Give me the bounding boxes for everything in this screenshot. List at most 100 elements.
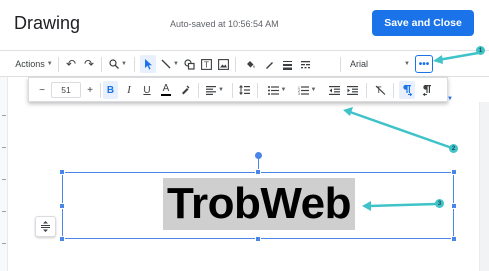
- ruler-tick: [2, 147, 6, 148]
- image-icon: [217, 58, 229, 70]
- page-title: Drawing: [14, 13, 81, 33]
- resize-handle-bottom[interactable]: [255, 236, 261, 242]
- chevron-down-icon: ▼: [280, 87, 287, 93]
- resize-handle-top-right[interactable]: [451, 169, 457, 175]
- chevron-down-icon: ▼: [310, 87, 317, 93]
- align-menu[interactable]: ▼: [203, 81, 227, 99]
- annotation-marker: 2: [449, 144, 458, 153]
- left-to-right-button[interactable]: [399, 81, 415, 99]
- select-tool[interactable]: [140, 55, 156, 73]
- redo-icon[interactable]: ↷: [82, 55, 96, 73]
- line-tool[interactable]: ▼: [160, 55, 180, 73]
- vertical-ruler: [0, 77, 8, 271]
- resize-handle-right[interactable]: [451, 203, 457, 209]
- line-spacing-icon: [238, 85, 250, 95]
- fill-color-button[interactable]: [242, 55, 258, 73]
- highlight-icon: [182, 85, 190, 95]
- chevron-down-icon: ▼: [121, 61, 127, 67]
- text-format-toolbar: − 51 + B I U A ▼ ▼ 1 2 3 ▼ T: [28, 77, 448, 102]
- toolbar-divider: [235, 57, 236, 72]
- text-box-content[interactable]: TrobWeb: [163, 178, 355, 230]
- toolbar-divider: [100, 83, 101, 98]
- main-toolbar: Actions ▼ ↶ ↷ ▼ ▼ T Arial ▼ •••: [0, 50, 489, 77]
- more-options-button[interactable]: •••: [415, 55, 433, 73]
- resize-handle-top[interactable]: [255, 169, 261, 175]
- textbox-tool[interactable]: T: [199, 55, 213, 73]
- toolbar-divider: [101, 57, 102, 72]
- chevron-down-icon: ▼: [218, 87, 224, 93]
- chevron-down-icon: ▼: [46, 61, 53, 67]
- shape-tool[interactable]: [182, 55, 196, 73]
- toolbar-divider: [366, 83, 367, 98]
- align-icon: [206, 85, 217, 95]
- font-family-value: Arial: [350, 59, 369, 69]
- toolbar-divider: [58, 57, 59, 72]
- text-color-label: A: [162, 83, 170, 94]
- svg-text:T: T: [204, 60, 209, 69]
- image-tool[interactable]: [216, 55, 230, 73]
- resize-handle-bottom-left[interactable]: [59, 236, 65, 242]
- rotate-handle[interactable]: [255, 152, 262, 159]
- line-icon: [161, 59, 171, 69]
- line-dash-icon: [300, 60, 310, 68]
- fill-color-icon: [246, 60, 254, 68]
- zoom-menu[interactable]: ▼: [106, 55, 130, 73]
- line-color-icon: [265, 61, 273, 69]
- toolbar-divider: [393, 83, 394, 98]
- vertical-align-button[interactable]: [35, 216, 56, 237]
- text-color-button[interactable]: A: [158, 81, 174, 99]
- bold-button[interactable]: B: [103, 81, 118, 99]
- rtl-icon: [422, 84, 431, 96]
- text-color-swatch: [161, 94, 171, 96]
- toolbar-divider: [257, 83, 258, 98]
- decrease-indent-button[interactable]: [327, 81, 341, 99]
- resize-handle-left[interactable]: [59, 203, 65, 209]
- toolbar-divider: [134, 57, 135, 72]
- ruler-tick: [2, 211, 6, 212]
- header-bar: Drawing Auto-saved at 10:56:54 AM Save a…: [0, 0, 489, 50]
- annotation-marker: 3: [435, 199, 444, 208]
- chevron-down-icon: ▼: [404, 61, 410, 67]
- decrease-indent-icon: [328, 85, 340, 95]
- annotation-marker: 1: [476, 46, 485, 55]
- toolbar-divider: [232, 83, 233, 98]
- line-color-button[interactable]: [262, 55, 276, 73]
- font-size-input[interactable]: 51: [51, 82, 81, 98]
- underline-button[interactable]: U: [140, 81, 154, 99]
- increase-indent-icon: [346, 85, 358, 95]
- line-weight-button[interactable]: [280, 55, 294, 73]
- vertical-scrollbar[interactable]: [479, 102, 489, 271]
- ruler-tick: [2, 179, 6, 180]
- numbered-list-icon: 123: [298, 86, 309, 95]
- undo-icon[interactable]: ↶: [64, 55, 78, 73]
- resize-handle-top-left[interactable]: [59, 169, 65, 175]
- ltr-icon: [403, 84, 412, 96]
- chevron-down-icon: ▼: [173, 61, 179, 67]
- zoom-icon: [109, 59, 119, 69]
- line-spacing-button[interactable]: [237, 81, 251, 99]
- save-and-close-button[interactable]: Save and Close: [372, 10, 474, 36]
- select-icon: [144, 58, 152, 69]
- numbered-list-menu[interactable]: 1 2 3 ▼: [295, 81, 319, 99]
- actions-menu[interactable]: Actions ▼: [14, 55, 54, 73]
- vertical-align-icon: [41, 221, 50, 232]
- highlight-button[interactable]: [178, 81, 192, 99]
- decrease-font-size-button[interactable]: −: [35, 81, 49, 99]
- right-to-left-button[interactable]: [419, 81, 435, 99]
- bulleted-list-menu[interactable]: ▼: [265, 81, 289, 99]
- svg-text:3: 3: [298, 92, 300, 95]
- textbox-icon: T: [200, 58, 212, 70]
- increase-indent-button[interactable]: [345, 81, 359, 99]
- font-family-select[interactable]: Arial ▼: [347, 55, 413, 73]
- clear-formatting-button[interactable]: T: [373, 81, 387, 99]
- clear-formatting-icon: T: [375, 85, 385, 95]
- actions-label: Actions: [15, 59, 45, 69]
- toolbar-divider: [340, 57, 341, 72]
- ruler-tick: [2, 243, 6, 244]
- toolbar-divider: [198, 83, 199, 98]
- resize-handle-bottom-right[interactable]: [451, 236, 457, 242]
- italic-button[interactable]: I: [122, 81, 136, 99]
- autosave-status: Auto-saved at 10:56:54 AM: [170, 19, 279, 29]
- increase-font-size-button[interactable]: +: [83, 81, 97, 99]
- line-dash-button[interactable]: [298, 55, 312, 73]
